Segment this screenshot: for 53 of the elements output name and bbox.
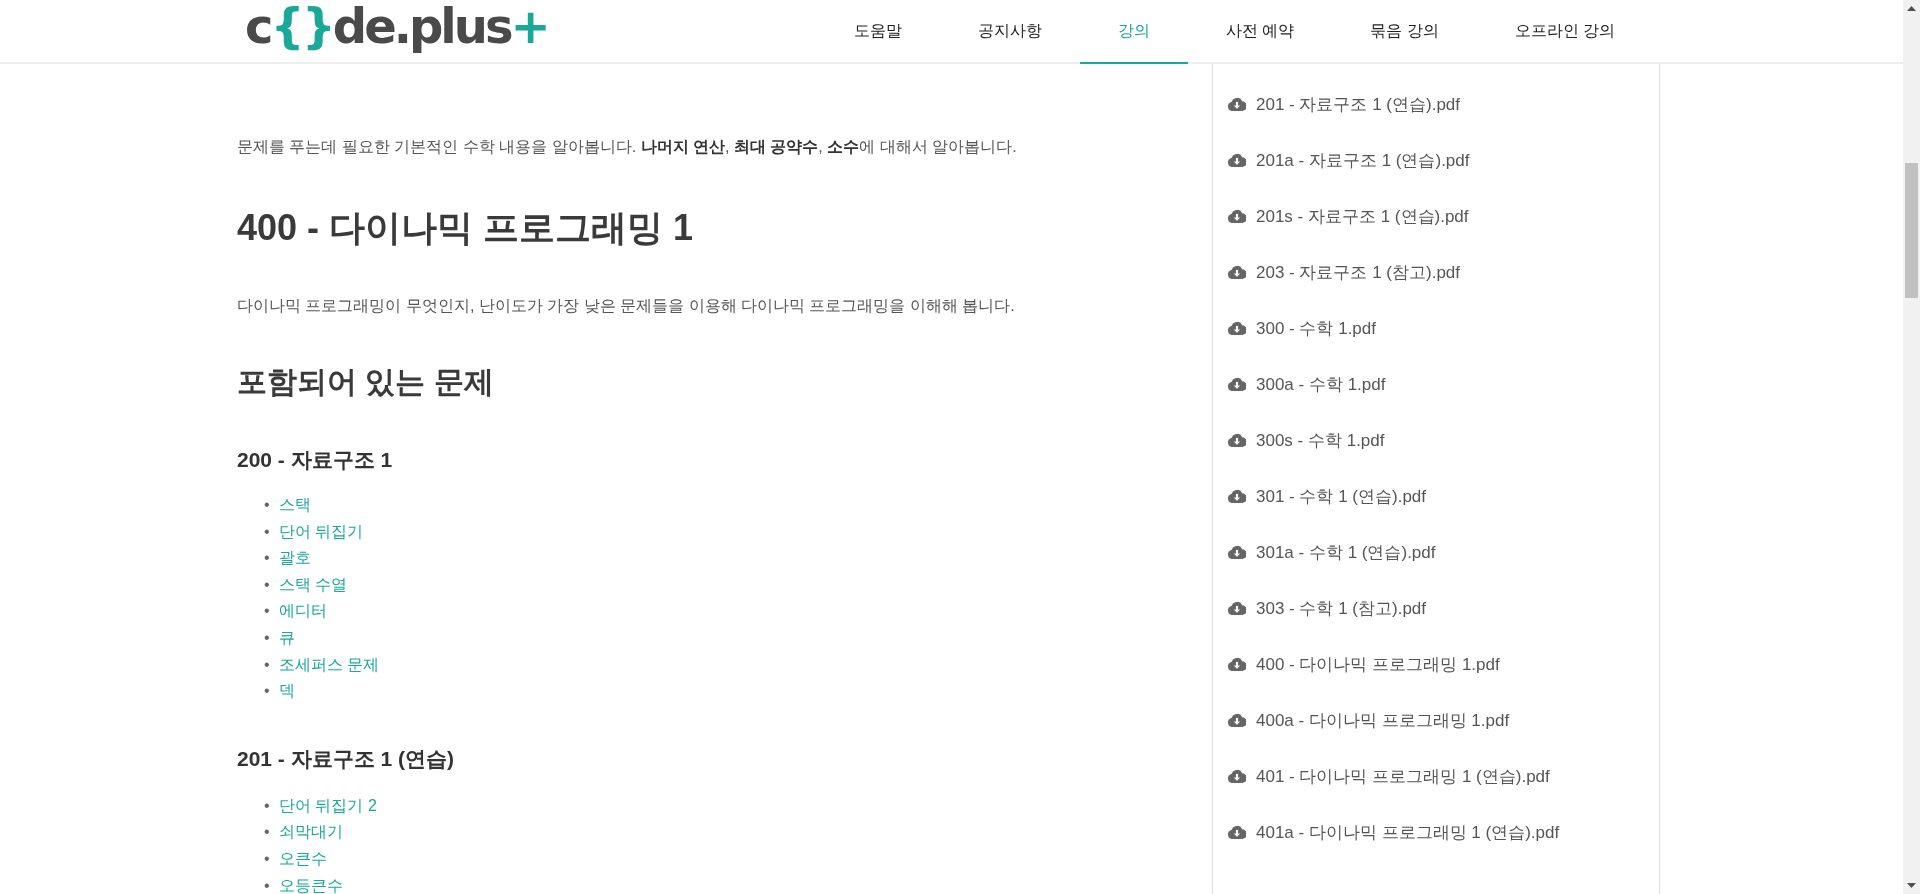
cloud-download-icon <box>1228 433 1246 447</box>
cloud-download-icon <box>1228 825 1246 839</box>
cloud-download-icon <box>1228 601 1246 615</box>
bullet: • <box>264 601 271 622</box>
file-link[interactable]: 300a - 수학 1.pdf <box>1213 356 1659 412</box>
file-link[interactable]: 300s - 수학 1.pdf <box>1213 412 1659 468</box>
file-link[interactable]: 401a - 다이나믹 프로그래밍 1 (연습).pdf <box>1213 804 1659 860</box>
bullet: • <box>264 822 271 843</box>
nav-tab[interactable]: 사전 예약 <box>1187 0 1333 64</box>
cloud-download-icon <box>1228 209 1246 223</box>
cloud-download-icon <box>1228 153 1246 167</box>
bullet: • <box>264 795 271 816</box>
cloud-download-icon <box>1228 377 1246 391</box>
nav-tab[interactable]: 도움말 <box>815 0 940 64</box>
group-heading: 201 - 자료구조 1 (연습) <box>237 745 456 772</box>
bullet: • <box>264 654 271 675</box>
file-link[interactable]: 303 - 수학 1 (참고).pdf <box>1213 580 1659 636</box>
file-link[interactable]: 301a - 수학 1 (연습).pdf <box>1213 524 1659 580</box>
file-link[interactable]: 400a - 다이나믹 프로그래밍 1.pdf <box>1213 692 1659 748</box>
section-heading: 400 - 다이나믹 프로그래밍 1 <box>237 206 695 250</box>
bullet: • <box>264 627 271 648</box>
file-link[interactable]: 401 - 다이나믹 프로그래밍 1 (연습).pdf <box>1213 748 1659 804</box>
file-link[interactable]: 300 - 수학 1.pdf <box>1213 300 1659 356</box>
file-link[interactable]: 203 - 자료구조 1 (참고).pdf <box>1213 244 1659 300</box>
group-heading: 200 - 자료구조 1 <box>237 447 394 473</box>
description-text: 문제를 푸는데 필요한 기본적인 수학 내용을 알아봅니다. 나머지 연산, 최대 공약수, 소수에 대해서 알아봅니다. <box>237 137 1018 157</box>
bullet: • <box>264 521 271 542</box>
bullet: • <box>264 681 271 702</box>
bullet: • <box>264 848 271 869</box>
scrollbar-thumb[interactable] <box>1905 163 1918 298</box>
file-link[interactable]: 201 - 자료구조 1 (연습).pdf <box>1213 76 1659 132</box>
cloud-download-icon <box>1228 769 1246 783</box>
bullet: • <box>264 548 271 569</box>
subsection-heading: 포함되어 있는 문제 <box>237 364 495 400</box>
cloud-download-icon <box>1228 545 1246 559</box>
description-text: 다이나믹 프로그래밍이 무엇인지, 난이도가 가장 낮은 문제들을 이용해 다이나믹 프로그래밍을 이해해 봅니다. <box>237 296 1016 316</box>
nav-tab[interactable]: 공지사항 <box>939 0 1080 64</box>
bullet: • <box>264 574 271 595</box>
bullet: • <box>264 875 271 894</box>
file-link[interactable]: 201a - 자료구조 1 (연습).pdf <box>1213 132 1659 188</box>
cloud-download-icon <box>1228 489 1246 503</box>
cloud-download-icon <box>1228 321 1246 335</box>
nav-tab[interactable]: 오프라인 강의 <box>1476 0 1653 64</box>
site-logo[interactable]: c{}de.plus+ <box>245 0 548 54</box>
nav-tab[interactable]: 묶음 강의 <box>1332 0 1477 64</box>
file-link[interactable]: 301 - 수학 1 (연습).pdf <box>1213 468 1659 524</box>
cloud-download-icon <box>1228 265 1246 279</box>
bullet: • <box>264 495 271 515</box>
cloud-download-icon <box>1228 97 1246 111</box>
file-link[interactable]: 201s - 자료구조 1 (연습).pdf <box>1213 188 1659 244</box>
cloud-download-icon <box>1228 657 1246 671</box>
cloud-download-icon <box>1228 713 1246 727</box>
file-link[interactable]: 400 - 다이나믹 프로그래밍 1.pdf <box>1213 636 1659 692</box>
